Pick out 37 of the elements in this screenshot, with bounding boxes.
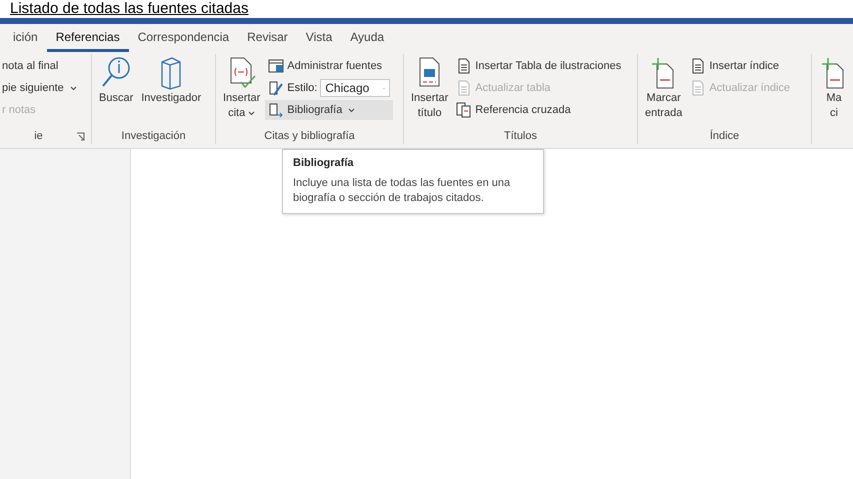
ribbon-button[interactable]: Bibliografía [265, 100, 394, 120]
ribbon-button[interactable]: Insertar Tabla de ilustraciones [453, 56, 624, 76]
document-icon [456, 80, 472, 96]
group-label: Índice [710, 130, 740, 142]
ribbon-tab[interactable]: Ayuda [341, 26, 394, 52]
document-icon [690, 80, 706, 96]
document-heading: Listado de todas las fuentes citadas [10, 0, 248, 17]
group-label: Títulos [504, 130, 537, 142]
ribbon-button[interactable]: Referencia cruzada [453, 100, 624, 120]
ribbon-button[interactable]: Insertar cita [220, 54, 264, 128]
dialog-launcher-icon[interactable] [76, 132, 85, 140]
ribbon-tab[interactable]: Vista [296, 26, 342, 52]
ribbon-button[interactable]: Ma ci [816, 54, 852, 128]
cross-reference-icon [456, 102, 472, 118]
ribbon-button[interactable]: pie siguiente [0, 78, 80, 98]
ribbon-button[interactable]: Buscar [96, 54, 136, 128]
group-label: Investigación [121, 130, 186, 142]
table-icon [268, 58, 284, 74]
ribbon-tab[interactable]: Revisar [238, 26, 297, 52]
ribbon-button[interactable]: Insertar título [408, 54, 452, 128]
ribbon-button[interactable]: nota al final [0, 56, 80, 76]
book-icon [268, 102, 284, 118]
ribbon-tab[interactable]: Correspondencia [128, 26, 238, 52]
ribbon-button[interactable]: Administrar fuentes [265, 56, 394, 76]
group-label: ie [34, 130, 43, 142]
ribbon-button[interactable]: Investigador [138, 54, 204, 128]
document-icon [690, 58, 706, 74]
document-icon [456, 58, 472, 74]
style-label: Estilo: [287, 82, 318, 94]
ribbon-button[interactable]: Insertar índice [687, 56, 794, 76]
style-brush-icon [268, 80, 284, 96]
ribbon-tab[interactable]: ición [4, 26, 47, 52]
style-dropdown[interactable]: Chicago [320, 79, 390, 97]
tooltip-text: Incluye una lista de todas las fuentes en una biografía o sección de trabajos citados. [293, 176, 512, 206]
tooltip-title: Bibliografía [293, 157, 355, 169]
group-label: Citas y bibliografía [264, 130, 355, 142]
ribbon-button[interactable]: Marcar entrada [642, 54, 686, 128]
